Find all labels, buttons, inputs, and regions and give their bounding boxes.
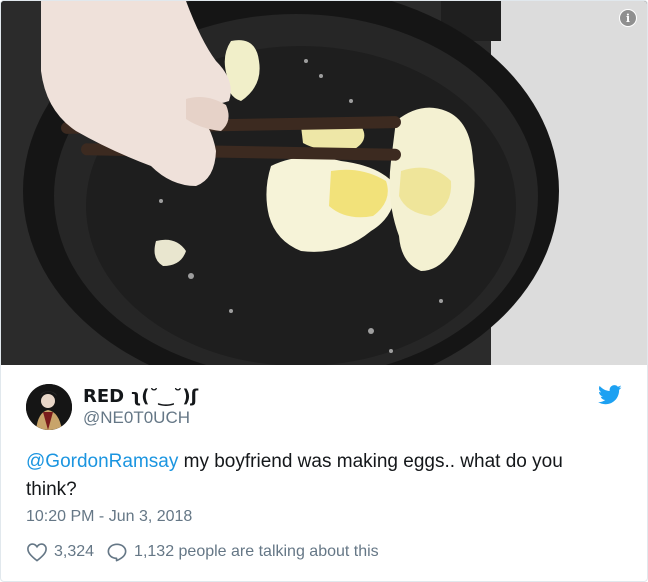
twitter-bird-icon[interactable]: [598, 385, 622, 405]
tweet-text: @GordonRamsay my boyfriend was making eg…: [26, 448, 616, 504]
tweet-photo[interactable]: i: [1, 1, 647, 365]
like-button[interactable]: 3,324: [26, 542, 94, 562]
heart-icon: [27, 543, 47, 562]
speech-bubble-icon: [107, 543, 127, 562]
avatar-image: [26, 384, 72, 430]
info-icon[interactable]: i: [619, 9, 637, 27]
tweet-actions: 3,324 1,132 people are talking about thi…: [26, 542, 379, 562]
tweet-author[interactable]: RED ʅ(˘‿˘)ʃ @NE0T0UCH: [26, 382, 198, 432]
author-display-name[interactable]: RED ʅ(˘‿˘)ʃ: [83, 386, 198, 408]
tweet-timestamp[interactable]: 10:20 PM - Jun 3, 2018: [26, 508, 192, 526]
talking-count: 1,132 people are talking about this: [134, 543, 379, 560]
conversation-button[interactable]: 1,132 people are talking about this: [106, 542, 379, 562]
like-count: 3,324: [54, 543, 95, 560]
author-handle[interactable]: @NE0T0UCH: [83, 408, 198, 428]
mention-link[interactable]: @GordonRamsay: [26, 451, 178, 472]
avatar[interactable]: [26, 384, 72, 430]
tweet-card[interactable]: i RED ʅ(˘‿˘)ʃ @NE0T0UCH @GordonRamsay my…: [0, 0, 648, 582]
frying-pan-photo: [1, 1, 647, 365]
